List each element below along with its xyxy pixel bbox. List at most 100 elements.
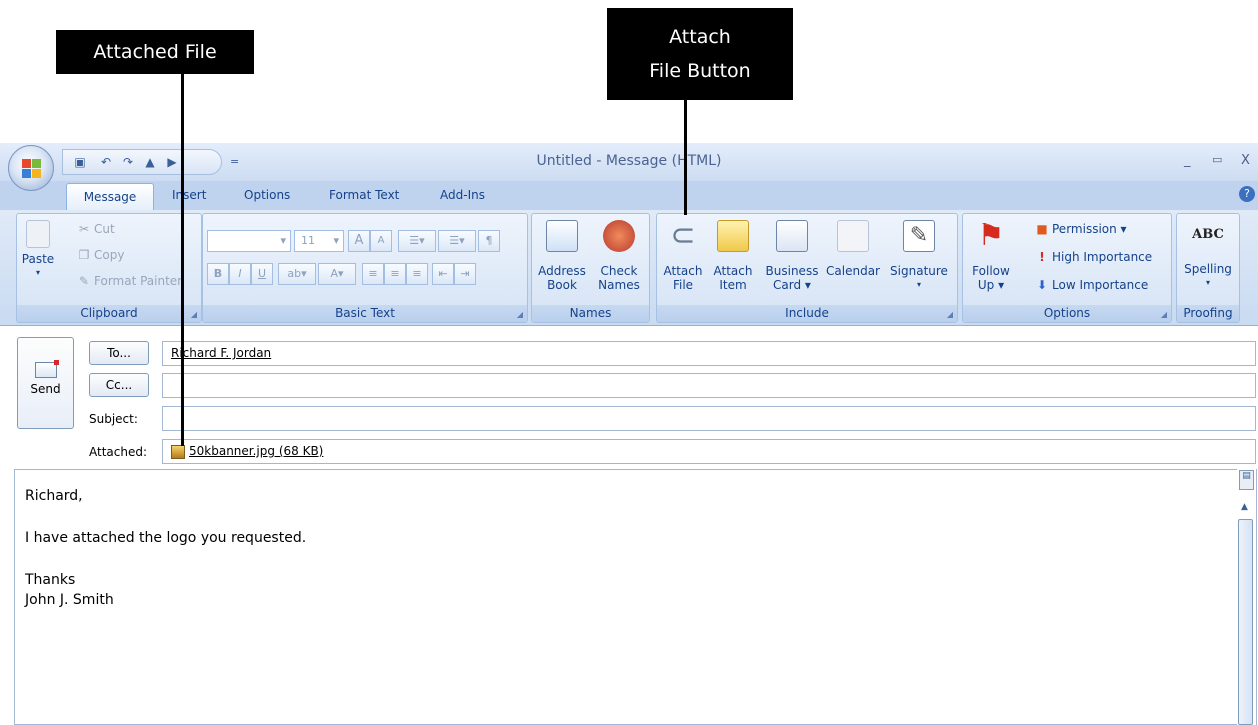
ruler-toggle-icon[interactable]: ▤ bbox=[1239, 470, 1254, 490]
callout-line-2: File Button bbox=[649, 60, 751, 82]
business-card-button[interactable]: Business Card ▾ bbox=[762, 220, 822, 292]
spelling-dropdown-icon: ▾ bbox=[1205, 278, 1210, 287]
office-button[interactable] bbox=[8, 145, 54, 191]
attach-item-button[interactable]: Attach Item bbox=[712, 220, 754, 292]
body-signature: John J. Smith bbox=[25, 592, 114, 608]
send-button[interactable]: Send bbox=[17, 337, 74, 429]
tab-add-ins[interactable]: Add-Ins bbox=[440, 188, 485, 202]
increase-indent-button[interactable]: ⇥ bbox=[454, 263, 476, 285]
cc-field[interactable] bbox=[162, 373, 1256, 398]
attachment-link[interactable]: 50kbanner.jpg (68 KB) bbox=[189, 444, 323, 458]
tab-options[interactable]: Options bbox=[244, 188, 290, 202]
envelope-icon bbox=[717, 220, 749, 252]
message-body[interactable]: Richard, I have attached the logo you re… bbox=[14, 469, 1257, 725]
check-names-button[interactable]: Check Names bbox=[592, 220, 646, 292]
signature-icon: ✎ bbox=[903, 220, 935, 252]
group-label-options: Options bbox=[963, 305, 1171, 322]
cc-button[interactable]: Cc... bbox=[89, 373, 149, 397]
bold-button[interactable]: B bbox=[207, 263, 229, 285]
decrease-indent-button[interactable]: ⇤ bbox=[432, 263, 454, 285]
to-button[interactable]: To... bbox=[89, 341, 149, 365]
callout-attach-file-button: Attach File Button bbox=[607, 8, 793, 100]
to-recipient[interactable]: Richard F. Jordan bbox=[171, 346, 271, 360]
font-size-value: 11 bbox=[301, 234, 315, 247]
calendar-icon bbox=[837, 220, 869, 252]
low-importance-button[interactable]: ⬇ Low Importance bbox=[1034, 278, 1148, 292]
paste-label: Paste bbox=[21, 252, 55, 266]
increase-indent-icon: ⇥ bbox=[460, 267, 470, 280]
signature-label: Signature bbox=[890, 264, 948, 278]
paperclip-icon: ⊂ bbox=[670, 218, 696, 253]
high-importance-button[interactable]: ! High Importance bbox=[1034, 250, 1152, 264]
group-label-names: Names bbox=[532, 305, 649, 322]
attached-field[interactable]: 50kbanner.jpg (68 KB) bbox=[162, 439, 1256, 464]
align-right-icon: ≡ bbox=[412, 267, 422, 280]
send-label: Send bbox=[30, 382, 61, 396]
calendar-label: Calendar bbox=[826, 264, 880, 278]
align-right-button[interactable]: ≡ bbox=[406, 263, 428, 285]
permission-button[interactable]: ■ Permission ▾ bbox=[1034, 222, 1126, 236]
to-field[interactable]: Richard F. Jordan bbox=[162, 341, 1256, 366]
address-book-label-2: Book bbox=[547, 278, 577, 292]
styles-button[interactable]: ¶ bbox=[478, 230, 500, 252]
paste-button[interactable]: Paste ▾ bbox=[20, 220, 56, 280]
options-launcher-icon[interactable]: ◢ bbox=[1161, 310, 1167, 319]
attached-label: Attached: bbox=[89, 445, 148, 459]
tab-format-text[interactable]: Format Text bbox=[329, 188, 399, 202]
check-names-label-2: Names bbox=[598, 278, 640, 292]
align-left-button[interactable]: ≡ bbox=[362, 263, 384, 285]
highlight-button[interactable]: ab▾ bbox=[278, 263, 316, 285]
address-book-button[interactable]: Address Book bbox=[535, 220, 589, 292]
maximize-button[interactable]: ▭ bbox=[1212, 153, 1222, 166]
font-name-combo[interactable]: ▾ bbox=[207, 230, 291, 252]
highlighter-icon: ab▾ bbox=[287, 267, 307, 280]
cut-button[interactable]: ✂ Cut bbox=[76, 222, 115, 236]
tab-insert[interactable]: Insert bbox=[172, 188, 206, 202]
underline-button[interactable]: U bbox=[251, 263, 273, 285]
attached-file-pointer bbox=[181, 74, 184, 446]
follow-up-label-2: Up ▾ bbox=[977, 278, 1005, 292]
font-color-icon: A▾ bbox=[330, 267, 344, 280]
window-title: Untitled - Message (HTML) bbox=[536, 153, 722, 169]
bullets-button[interactable]: ☰▾ bbox=[398, 230, 436, 252]
subject-label: Subject: bbox=[89, 412, 138, 426]
numbering-button[interactable]: ☰▾ bbox=[438, 230, 476, 252]
spelling-button[interactable]: ABC Spelling ▾ bbox=[1180, 220, 1236, 290]
scroll-up-icon[interactable]: ▲ bbox=[1241, 502, 1248, 512]
grow-font-button[interactable]: A bbox=[348, 230, 370, 252]
align-center-button[interactable]: ≡ bbox=[384, 263, 406, 285]
italic-button[interactable]: I bbox=[229, 263, 251, 285]
close-button[interactable]: X bbox=[1241, 153, 1250, 168]
business-card-icon bbox=[776, 220, 808, 252]
group-label-basic-text: Basic Text bbox=[203, 305, 527, 322]
format-painter-button[interactable]: ✎ Format Painter bbox=[76, 274, 182, 288]
tab-message[interactable]: Message bbox=[66, 183, 154, 211]
subject-field[interactable] bbox=[162, 406, 1256, 431]
bullets-icon: ☰▾ bbox=[409, 234, 425, 247]
attach-file-pointer bbox=[684, 100, 687, 215]
group-label-proofing: Proofing bbox=[1177, 305, 1239, 322]
help-icon[interactable]: ? bbox=[1239, 186, 1255, 202]
basic-text-launcher-icon[interactable]: ◢ bbox=[517, 310, 523, 319]
minimize-button[interactable]: _ bbox=[1184, 153, 1191, 168]
styles-icon: ¶ bbox=[485, 234, 493, 247]
align-left-icon: ≡ bbox=[368, 267, 378, 280]
attach-file-button[interactable]: ⊂ Attach File bbox=[662, 218, 704, 293]
clipboard-launcher-icon[interactable]: ◢ bbox=[191, 310, 197, 319]
scrollbar-thumb[interactable] bbox=[1238, 519, 1253, 725]
copy-icon: ❐ bbox=[78, 248, 90, 262]
signature-button[interactable]: ✎ Signature ▾ bbox=[884, 220, 954, 292]
low-importance-label: Low Importance bbox=[1052, 278, 1149, 292]
numbering-icon: ☰▾ bbox=[449, 234, 465, 247]
calendar-button[interactable]: Calendar bbox=[824, 220, 882, 278]
shrink-font-button[interactable]: A bbox=[370, 230, 392, 252]
body-closing: Thanks bbox=[25, 572, 76, 588]
high-importance-label: High Importance bbox=[1052, 250, 1153, 264]
font-size-combo[interactable]: 11 ▾ bbox=[294, 230, 344, 252]
abc-text: ABC bbox=[1192, 227, 1224, 242]
font-color-button[interactable]: A▾ bbox=[318, 263, 356, 285]
address-book-icon bbox=[546, 220, 578, 252]
follow-up-button[interactable]: ⚑ Follow Up ▾ bbox=[966, 220, 1016, 293]
copy-button[interactable]: ❐ Copy bbox=[76, 248, 125, 262]
include-launcher-icon[interactable]: ◢ bbox=[947, 310, 953, 319]
